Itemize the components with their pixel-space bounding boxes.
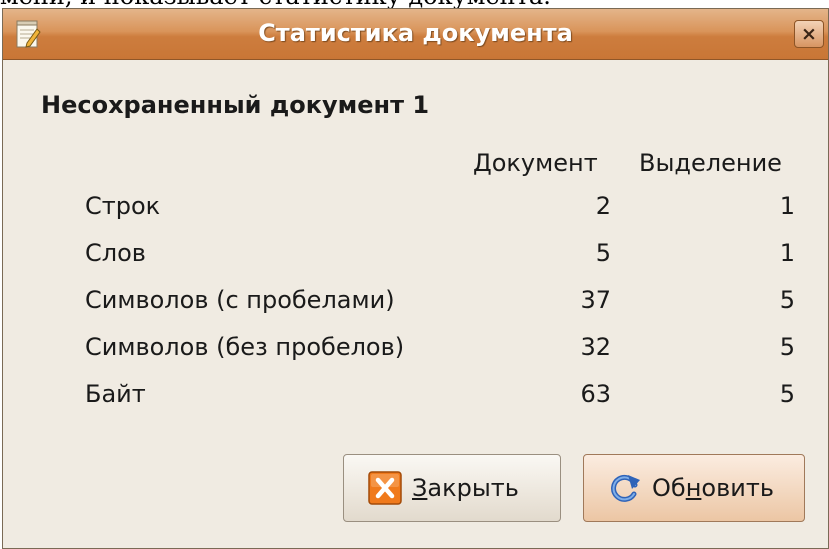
selection-value: 5 [779, 333, 795, 361]
document-value: 37 [580, 286, 611, 314]
window-close-button[interactable]: × [794, 20, 824, 48]
titlebar[interactable]: Статистика документа × [3, 9, 828, 60]
document-value: 63 [580, 380, 611, 408]
refresh-icon [611, 474, 640, 502]
close-x-icon [368, 471, 402, 505]
selection-value: 5 [779, 380, 795, 408]
row-label: Слов [85, 239, 146, 267]
close-button-label: Закрыть [412, 474, 519, 502]
document-name: Несохраненный документ 1 [41, 91, 430, 119]
screen: мени, и показывает статистику документа.… [0, 0, 829, 549]
column-header-selection: Выделение [639, 149, 782, 177]
document-value: 2 [595, 192, 611, 220]
close-icon: × [801, 22, 817, 45]
selection-value: 1 [779, 192, 795, 220]
window-title: Статистика документа [258, 19, 573, 47]
document-value: 5 [595, 239, 611, 267]
background-text: мени, и показывает статистику документа. [0, 0, 551, 8]
document-value: 32 [580, 333, 611, 361]
close-button[interactable]: Закрыть [343, 454, 561, 522]
selection-value: 1 [779, 239, 795, 267]
column-header-document: Документ [473, 149, 598, 177]
row-label: Байт [85, 380, 146, 408]
row-label: Символов (с пробелами) [85, 286, 395, 314]
row-label: Строк [85, 192, 161, 220]
refresh-button-label: Обновить [652, 474, 774, 502]
refresh-button[interactable]: Обновить [583, 454, 805, 522]
selection-value: 5 [779, 286, 795, 314]
statistics-dialog: Статистика документа × Несохраненный док… [2, 8, 829, 549]
row-label: Символов (без пробелов) [85, 333, 405, 361]
